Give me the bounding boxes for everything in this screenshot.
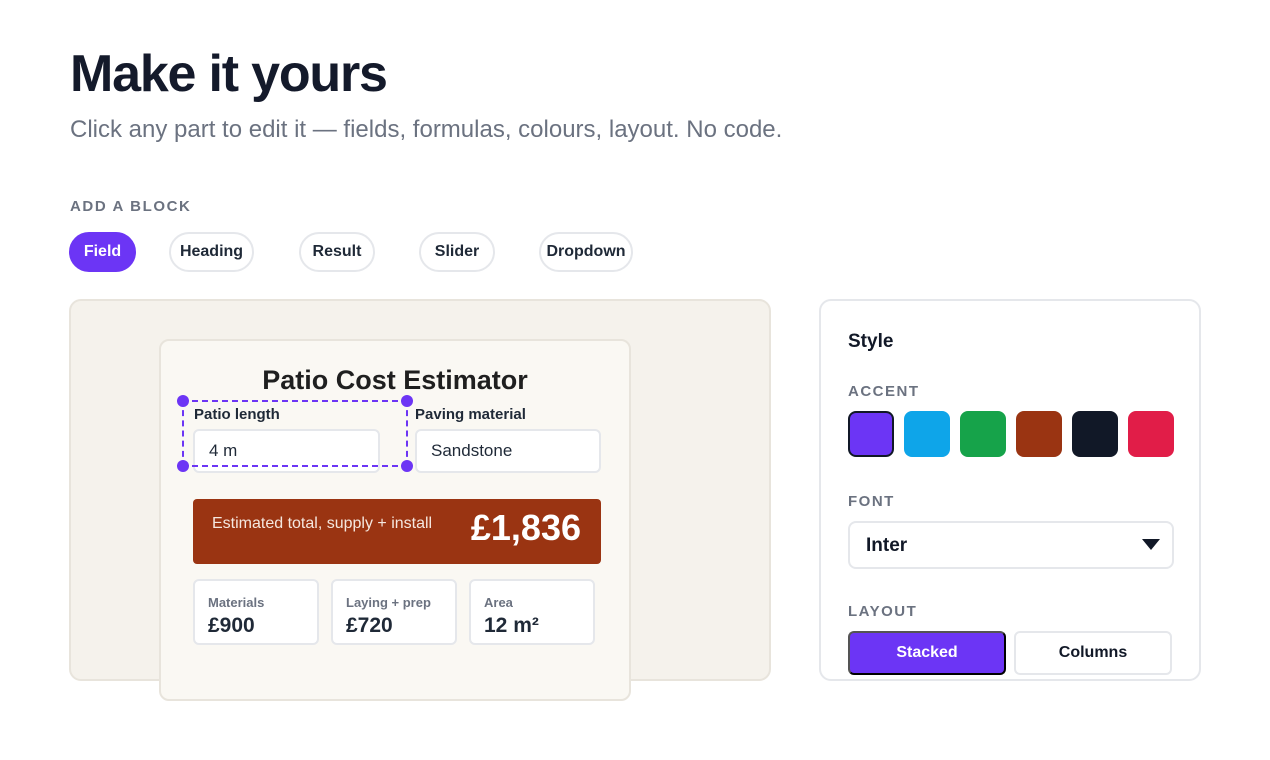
font-label: FONT [848, 493, 895, 510]
accent-swatch-navy[interactable] [1072, 411, 1118, 457]
style-panel-title: Style [848, 331, 894, 352]
layout-columns-button[interactable]: Columns [1014, 631, 1172, 675]
resize-handle-top-left[interactable] [177, 395, 189, 407]
stat-value: £720 [346, 614, 393, 637]
page-subtitle: Click any part to edit it — fields, form… [70, 116, 783, 143]
font-select-value: Inter [866, 535, 908, 556]
resize-handle-bottom-left[interactable] [177, 460, 189, 472]
chevron-down-icon [1142, 539, 1160, 550]
page-title: Make it yours [70, 45, 388, 103]
resize-handle-top-right[interactable] [401, 395, 413, 407]
chip-field[interactable]: Field [69, 232, 136, 272]
field-label-paving-material[interactable]: Paving material [415, 406, 526, 423]
stat-materials[interactable]: Materials £900 [193, 579, 319, 645]
chip-heading[interactable]: Heading [169, 232, 254, 272]
result-value: £1,836 [470, 507, 581, 548]
stat-value: 12 m² [484, 614, 539, 637]
stat-laying-prep[interactable]: Laying + prep £720 [331, 579, 457, 645]
stat-label: Laying + prep [346, 595, 431, 610]
style-panel: Style ACCENT FONT Inter LAYOUT Stacked C… [819, 299, 1201, 681]
resize-handle-bottom-right[interactable] [401, 460, 413, 472]
accent-swatch-sky[interactable] [904, 411, 950, 457]
chip-result[interactable]: Result [299, 232, 375, 272]
font-select[interactable]: Inter [848, 521, 1174, 569]
chip-dropdown[interactable]: Dropdown [539, 232, 633, 272]
selection-outline [182, 400, 408, 467]
add-block-label: ADD A BLOCK [70, 198, 192, 215]
accent-swatch-rose[interactable] [1128, 411, 1174, 457]
accent-swatch-purple[interactable] [848, 411, 894, 457]
preview-title[interactable]: Patio Cost Estimator [161, 365, 629, 396]
layout-stacked-button[interactable]: Stacked [848, 631, 1006, 675]
stat-value: £900 [208, 614, 255, 637]
accent-swatch-green[interactable] [960, 411, 1006, 457]
accent-label: ACCENT [848, 383, 920, 400]
stat-label: Area [484, 595, 513, 610]
paving-material-input[interactable]: Sandstone [415, 429, 601, 473]
chip-slider[interactable]: Slider [419, 232, 495, 272]
result-label: Estimated total, supply + install [212, 515, 433, 532]
result-block[interactable]: Estimated total, supply + install £1,836 [193, 499, 601, 564]
layout-label: LAYOUT [848, 603, 918, 620]
stat-area[interactable]: Area 12 m² [469, 579, 595, 645]
accent-swatch-rust[interactable] [1016, 411, 1062, 457]
stat-label: Materials [208, 595, 265, 610]
